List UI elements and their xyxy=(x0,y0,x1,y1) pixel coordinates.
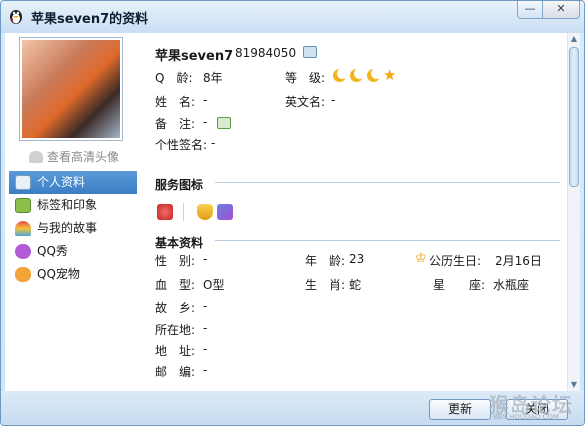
view-hd-avatar-link[interactable]: 查看高清头像 xyxy=(29,148,119,165)
remark-value: - xyxy=(203,115,208,129)
name-label: 姓 名: xyxy=(155,95,196,109)
constellation-label: 星 座: xyxy=(433,278,486,292)
level-label: 等 级: xyxy=(285,71,326,85)
profile-window: 苹果seven7的资料 — ✕ 查看高清头像 个人资料 标签和印象 与我的故事 … xyxy=(0,0,585,426)
sidebar-item-label: 标签和印象 xyxy=(37,198,98,212)
location-label: 所在地: xyxy=(155,323,196,337)
service-divider xyxy=(183,203,184,221)
close-icon: ✕ xyxy=(556,2,566,15)
qqshow-icon xyxy=(15,244,31,259)
basic-info-title: 基本资料 xyxy=(155,236,204,250)
sidebar-item-qqshow[interactable]: QQ秀 xyxy=(9,240,137,263)
pet-icon xyxy=(15,267,31,282)
birthday-value: 2月16日 xyxy=(495,254,542,268)
minimize-icon: — xyxy=(524,2,536,15)
qq-number: 81984050 xyxy=(235,46,297,60)
nickname: 苹果seven7 xyxy=(155,49,234,64)
id-card-icon[interactable] xyxy=(303,46,317,58)
moon-icon xyxy=(367,68,382,82)
avatar-silhouette-icon xyxy=(29,151,43,163)
gender-label: 性 别: xyxy=(155,254,196,268)
sidebar-item-label: QQ宠物 xyxy=(37,267,80,281)
sidebar-item-qqpet[interactable]: QQ宠物 xyxy=(9,263,137,286)
edit-remark-icon[interactable] xyxy=(217,117,231,129)
butterfly-service-icon[interactable] xyxy=(217,204,233,220)
close-button[interactable]: ✕ xyxy=(542,1,580,19)
age-value: 23 xyxy=(349,252,365,266)
title-bar[interactable]: 苹果seven7的资料 — ✕ xyxy=(1,1,584,33)
blood-type-value: O型 xyxy=(203,278,225,292)
address-value: - xyxy=(203,342,208,356)
refresh-button[interactable]: 更新 xyxy=(429,399,491,420)
vertical-scrollbar[interactable]: ▲ ▼ xyxy=(567,33,580,391)
sidebar-item-tags[interactable]: 标签和印象 xyxy=(9,194,137,217)
zodiac-value: 蛇 xyxy=(349,278,362,292)
tag-icon xyxy=(15,198,31,213)
signature-label: 个性签名: xyxy=(155,138,208,152)
gender-value: - xyxy=(203,252,208,266)
age-label: 年 龄: xyxy=(305,254,346,268)
scroll-thumb[interactable] xyxy=(569,47,579,187)
moon-icon xyxy=(333,68,348,82)
scroll-up-arrow-icon[interactable]: ▲ xyxy=(568,33,580,45)
postcode-label: 邮 编: xyxy=(155,365,196,379)
q-age-value: 8年 xyxy=(203,71,223,85)
profile-content: 苹果seven7 81984050 Q 龄: 8年 等 级: ★ 姓 名: - … xyxy=(145,33,565,391)
english-name-label: 英文名: xyxy=(285,95,326,109)
blood-type-label: 血 型: xyxy=(155,278,196,292)
hd-link-label: 查看高清头像 xyxy=(47,150,120,164)
signature-value: - xyxy=(211,136,216,150)
watermark-url: BBS.HOUDAO.COM xyxy=(493,413,559,421)
sidebar-item-label: QQ秀 xyxy=(37,244,68,258)
moon-icon xyxy=(350,68,365,82)
sidebar: 查看高清头像 个人资料 标签和印象 与我的故事 QQ秀 QQ宠物 xyxy=(5,33,139,391)
section-divider xyxy=(215,182,560,183)
location-value: - xyxy=(203,321,208,335)
crown-icon: ♔ xyxy=(415,251,427,266)
postcode-value: - xyxy=(203,363,208,377)
body-area: 查看高清头像 个人资料 标签和印象 与我的故事 QQ秀 QQ宠物 苹果seven… xyxy=(5,33,580,391)
sidebar-item-profile[interactable]: 个人资料 xyxy=(9,171,137,194)
zodiac-label: 生 肖: xyxy=(305,278,346,292)
sidebar-nav: 个人资料 标签和印象 与我的故事 QQ秀 QQ宠物 xyxy=(9,171,137,286)
rainbow-icon xyxy=(15,221,31,236)
profile-card-icon xyxy=(15,175,31,190)
sidebar-item-story[interactable]: 与我的故事 xyxy=(9,217,137,240)
shield-service-icon[interactable] xyxy=(197,204,213,220)
address-label: 地 址: xyxy=(155,344,196,358)
sidebar-item-label: 个人资料 xyxy=(37,175,86,189)
star-icon: ★ xyxy=(383,66,397,84)
remark-label: 备 注: xyxy=(155,117,196,131)
hometown-value: - xyxy=(203,299,208,313)
q-age-label: Q 龄: xyxy=(155,71,193,85)
section-divider xyxy=(215,240,560,241)
sidebar-item-label: 与我的故事 xyxy=(37,221,98,235)
minimize-button[interactable]: — xyxy=(517,1,543,19)
constellation-value: 水瓶座 xyxy=(493,278,530,292)
english-name-value: - xyxy=(331,93,336,107)
name-value: - xyxy=(203,93,208,107)
window-title: 苹果seven7的资料 xyxy=(31,12,149,27)
hometown-label: 故 乡: xyxy=(155,301,196,315)
qq-penguin-icon xyxy=(10,10,22,24)
avatar[interactable] xyxy=(22,40,120,138)
birthday-label: 公历生日: xyxy=(429,254,482,268)
service-icons-title: 服务图标 xyxy=(155,178,204,192)
avatar-frame[interactable] xyxy=(19,37,123,141)
heart-service-icon[interactable] xyxy=(157,204,173,220)
